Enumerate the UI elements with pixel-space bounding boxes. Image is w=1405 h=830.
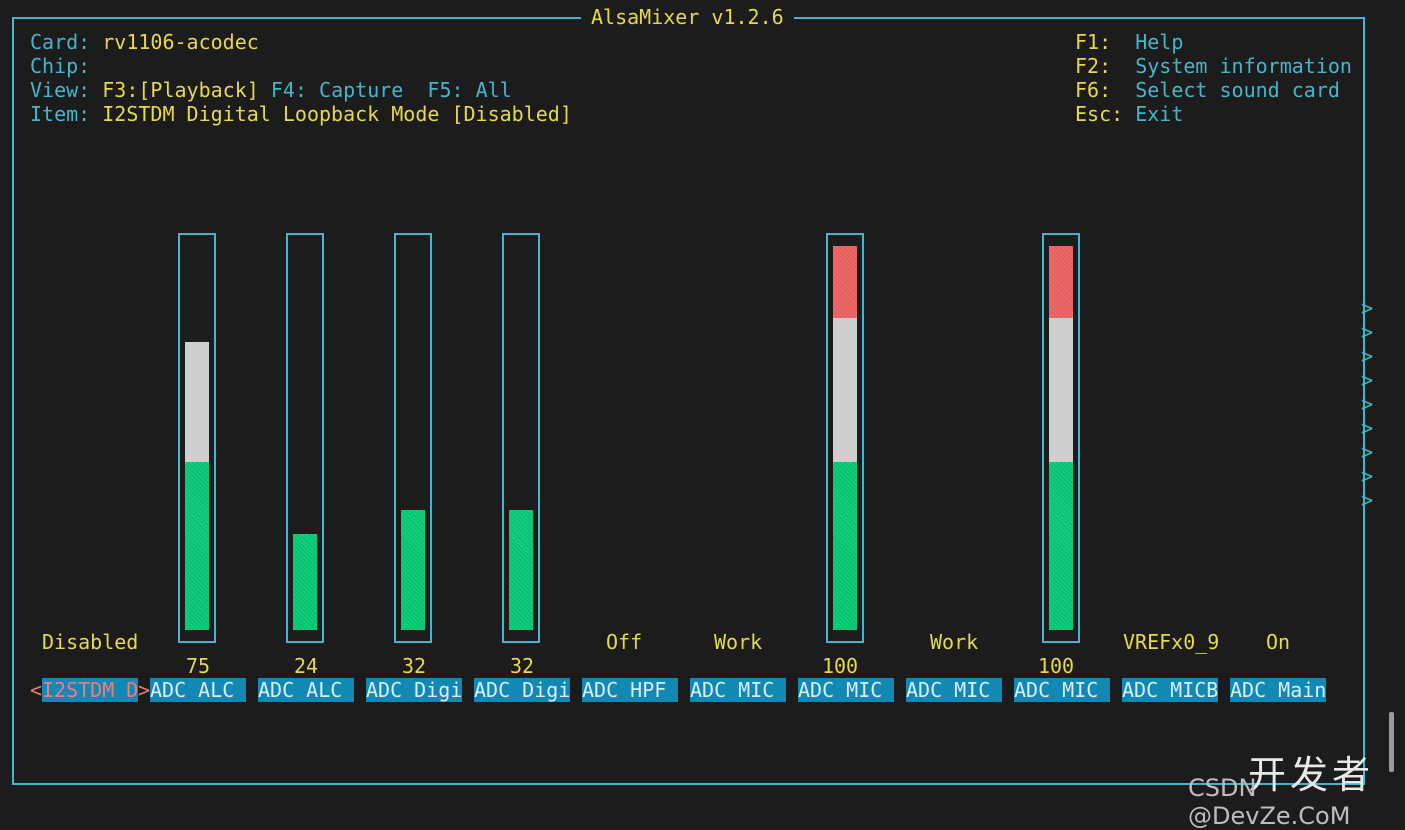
- control-tag-selected[interactable]: I2STDM D: [42, 678, 138, 702]
- control-value: 100: [821, 654, 859, 678]
- gauge-fill: [401, 510, 425, 630]
- help-f2[interactable]: F2: System information: [1075, 54, 1352, 78]
- view-label: View:: [30, 78, 91, 102]
- volume-gauge[interactable]: [1042, 233, 1080, 643]
- help-key: F6:: [1075, 78, 1112, 102]
- gauge-fill: [833, 246, 857, 630]
- control-value: 24: [293, 654, 319, 678]
- scroll-right-arrow-icon[interactable]: >: [1361, 368, 1373, 392]
- gauge-segment-white: [1049, 318, 1073, 462]
- help-f1[interactable]: F1: Help: [1075, 30, 1183, 54]
- scroll-right-arrow-icon[interactable]: >: [1361, 464, 1373, 488]
- volume-gauge[interactable]: [826, 233, 864, 643]
- control-value: 32: [401, 654, 427, 678]
- watermark-text: CSDN @DevZe.CoM: [1188, 774, 1351, 830]
- control-state: VREFx0_9: [1123, 630, 1220, 654]
- control-tag[interactable]: ADC ALC: [150, 678, 246, 702]
- control-tag[interactable]: ADC HPF: [582, 678, 678, 702]
- gauge-segment-green: [293, 534, 317, 630]
- view-line: View: F3:[Playback] F4: Capture F5: All: [30, 78, 512, 102]
- gauge-segment-green: [401, 510, 425, 630]
- control-state: On: [1266, 630, 1291, 654]
- chip-line: Chip:: [30, 54, 102, 78]
- item-line: Item: I2STDM Digital Loopback Mode [Disa…: [30, 102, 572, 126]
- view-capture[interactable]: F4: Capture: [271, 78, 403, 102]
- volume-gauge[interactable]: [178, 233, 216, 643]
- control-tag[interactable]: ADC MIC: [906, 678, 1002, 702]
- control-value: 100: [1037, 654, 1075, 678]
- gauge-segment-green: [185, 462, 209, 630]
- control-tag[interactable]: ADC Digi: [474, 678, 570, 702]
- control-tag[interactable]: ADC MICB: [1122, 678, 1218, 702]
- help-desc: Select sound card: [1135, 78, 1340, 102]
- scroll-right-arrow-icon[interactable]: >: [1361, 440, 1373, 464]
- control-state: Off: [606, 630, 643, 654]
- volume-gauge[interactable]: [394, 233, 432, 643]
- control-tag[interactable]: ADC MIC: [690, 678, 786, 702]
- gauge-fill: [293, 534, 317, 630]
- gauge-fill: [509, 510, 533, 630]
- scroll-right-arrow-icon[interactable]: >: [1361, 296, 1373, 320]
- selection-bracket-right: >: [138, 678, 151, 702]
- gauge-segment-green: [509, 510, 533, 630]
- gauge-fill: [185, 342, 209, 630]
- control-state: Disabled: [42, 630, 139, 654]
- card-line: Card: rv1106-acodec: [30, 30, 259, 54]
- help-key: F2:: [1075, 54, 1112, 78]
- volume-gauge[interactable]: [502, 233, 540, 643]
- window-title: AlsaMixer v1.2.6: [581, 5, 794, 29]
- scroll-right-arrow-icon[interactable]: >: [1361, 416, 1373, 440]
- gauge-fill: [1049, 246, 1073, 630]
- scroll-right-arrow-icon[interactable]: >: [1361, 320, 1373, 344]
- help-esc[interactable]: Esc: Exit: [1075, 102, 1183, 126]
- gauge-segment-green: [833, 462, 857, 630]
- control-tag[interactable]: ADC MIC: [798, 678, 894, 702]
- item-label: Item:: [30, 102, 91, 126]
- gauge-segment-white: [833, 318, 857, 462]
- view-all[interactable]: F5: All: [427, 78, 511, 102]
- help-key: F1:: [1075, 30, 1112, 54]
- control-value: 32: [509, 654, 535, 678]
- volume-gauge[interactable]: [286, 233, 324, 643]
- view-playback[interactable]: F3:[Playback]: [102, 78, 259, 102]
- scroll-right-arrow-icon[interactable]: >: [1361, 344, 1373, 368]
- control-tag[interactable]: ADC ALC: [258, 678, 354, 702]
- terminal-scrollbar[interactable]: [1389, 712, 1394, 772]
- scroll-right-arrow-icon[interactable]: >: [1361, 392, 1373, 416]
- card-value: rv1106-acodec: [102, 30, 259, 54]
- control-tag[interactable]: ADC MIC: [1014, 678, 1110, 702]
- gauge-segment-red: [833, 246, 857, 318]
- help-desc: Help: [1135, 30, 1184, 54]
- help-desc: Exit: [1135, 102, 1184, 126]
- help-f6[interactable]: F6: Select sound card: [1075, 78, 1340, 102]
- gauge-segment-white: [185, 342, 209, 462]
- gauge-segment-red: [1049, 246, 1073, 318]
- gauge-segment-green: [1049, 462, 1073, 630]
- control-value: 75: [185, 654, 211, 678]
- control-state: Work: [930, 630, 979, 654]
- scroll-right-arrow-icon[interactable]: >: [1361, 488, 1373, 512]
- control-state: Work: [714, 630, 763, 654]
- item-value: I2STDM Digital Loopback Mode [Disabled]: [102, 102, 572, 126]
- control-tag[interactable]: ADC Digi: [366, 678, 462, 702]
- control-tag[interactable]: ADC Main: [1230, 678, 1326, 702]
- selection-bracket-left: <: [30, 678, 43, 702]
- help-key: Esc:: [1075, 102, 1124, 126]
- card-label: Card:: [30, 30, 91, 54]
- help-desc: System information: [1135, 54, 1352, 78]
- chip-label: Chip:: [30, 54, 91, 78]
